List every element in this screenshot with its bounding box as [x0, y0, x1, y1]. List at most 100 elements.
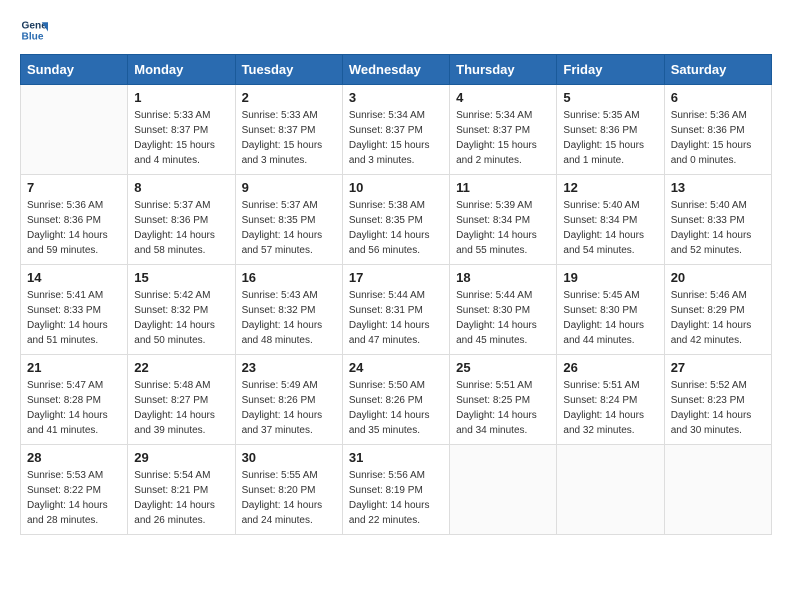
day-cell: 31 Sunrise: 5:56 AMSunset: 8:19 PMDayligh…: [342, 445, 449, 535]
day-cell: 17 Sunrise: 5:44 AMSunset: 8:31 PMDayligh…: [342, 265, 449, 355]
day-number: 9: [242, 180, 336, 195]
day-cell: 22Sunrise: 5:48 AMSunset: 8:27 PMDayligh…: [128, 355, 235, 445]
header-tuesday: Tuesday: [235, 55, 342, 85]
day-number: 7: [27, 180, 121, 195]
day-cell: 7 Sunrise: 5:36 AMSunset: 8:36 PMDaylight…: [21, 175, 128, 265]
day-number: 21: [27, 360, 121, 375]
day-info: Sunrise: 5:42 AMSunset: 8:32 PMDaylight:…: [134, 288, 228, 348]
day-cell: 11 Sunrise: 5:39 AMSunset: 8:34 PMDayligh…: [450, 175, 557, 265]
day-info: Sunrise: 5:41 AMSunset: 8:33 PMDaylight:…: [27, 288, 121, 348]
header-monday: Monday: [128, 55, 235, 85]
header-saturday: Saturday: [664, 55, 771, 85]
header-thursday: Thursday: [450, 55, 557, 85]
day-cell: 23 Sunrise: 5:49 AMSunset: 8:26 PMDayligh…: [235, 355, 342, 445]
day-number: 23: [242, 360, 336, 375]
day-info: Sunrise: 5:51 AMSunset: 8:25 PMDaylight:…: [456, 378, 550, 438]
day-info: Sunrise: 5:53 AMSunset: 8:22 PMDaylight:…: [27, 468, 121, 528]
day-info: Sunrise: 5:36 AMSunset: 8:36 PMDaylight:…: [671, 108, 765, 168]
day-number: 15: [134, 270, 228, 285]
day-info: Sunrise: 5:37 AMSunset: 8:35 PMDaylight:…: [242, 198, 336, 258]
day-cell: 18 Sunrise: 5:44 AMSunset: 8:30 PMDayligh…: [450, 265, 557, 355]
day-info: Sunrise: 5:37 AMSunset: 8:36 PMDaylight:…: [134, 198, 228, 258]
svg-text:General: General: [22, 20, 48, 31]
day-info: Sunrise: 5:55 AMSunset: 8:20 PMDaylight:…: [242, 468, 336, 528]
day-number: 25: [456, 360, 550, 375]
day-info: Sunrise: 5:51 AMSunset: 8:24 PMDaylight:…: [563, 378, 657, 438]
day-cell: 2 Sunrise: 5:33 AMSunset: 8:37 PMDaylight…: [235, 85, 342, 175]
day-cell: 12 Sunrise: 5:40 AMSunset: 8:34 PMDayligh…: [557, 175, 664, 265]
day-cell: 21 Sunrise: 5:47 AMSunset: 8:28 PMDayligh…: [21, 355, 128, 445]
day-cell: 1 Sunrise: 5:33 AMSunset: 8:37 PMDaylight…: [128, 85, 235, 175]
day-number: 17: [349, 270, 443, 285]
day-info: Sunrise: 5:33 AMSunset: 8:37 PMDaylight:…: [134, 108, 228, 168]
day-info: Sunrise: 5:50 AMSunset: 8:26 PMDaylight:…: [349, 378, 443, 438]
day-info: Sunrise: 5:40 AMSunset: 8:34 PMDaylight:…: [563, 198, 657, 258]
day-info: Sunrise: 5:40 AMSunset: 8:33 PMDaylight:…: [671, 198, 765, 258]
header-wednesday: Wednesday: [342, 55, 449, 85]
day-number: 8: [134, 180, 228, 195]
day-info: Sunrise: 5:56 AMSunset: 8:19 PMDaylight:…: [349, 468, 443, 528]
day-info: Sunrise: 5:54 AMSunset: 8:21 PMDaylight:…: [134, 468, 228, 528]
calendar-table: SundayMondayTuesdayWednesdayThursdayFrid…: [20, 54, 772, 535]
day-cell: 24Sunrise: 5:50 AMSunset: 8:26 PMDayligh…: [342, 355, 449, 445]
day-number: 12: [563, 180, 657, 195]
day-cell: 25 Sunrise: 5:51 AMSunset: 8:25 PMDayligh…: [450, 355, 557, 445]
day-cell: 9 Sunrise: 5:37 AMSunset: 8:35 PMDaylight…: [235, 175, 342, 265]
day-info: Sunrise: 5:49 AMSunset: 8:26 PMDaylight:…: [242, 378, 336, 438]
day-cell: [557, 445, 664, 535]
day-number: 6: [671, 90, 765, 105]
day-number: 1: [134, 90, 228, 105]
day-info: Sunrise: 5:34 AMSunset: 8:37 PMDaylight:…: [349, 108, 443, 168]
day-info: Sunrise: 5:35 AMSunset: 8:36 PMDaylight:…: [563, 108, 657, 168]
header-row: SundayMondayTuesdayWednesdayThursdayFrid…: [21, 55, 772, 85]
day-info: Sunrise: 5:48 AMSunset: 8:27 PMDaylight:…: [134, 378, 228, 438]
day-number: 5: [563, 90, 657, 105]
page-header: General Blue: [20, 16, 772, 44]
day-cell: 4 Sunrise: 5:34 AMSunset: 8:37 PMDaylight…: [450, 85, 557, 175]
svg-text:Blue: Blue: [22, 31, 44, 42]
day-info: Sunrise: 5:52 AMSunset: 8:23 PMDaylight:…: [671, 378, 765, 438]
day-number: 31: [349, 450, 443, 465]
day-cell: 15 Sunrise: 5:42 AMSunset: 8:32 PMDayligh…: [128, 265, 235, 355]
day-number: 4: [456, 90, 550, 105]
day-cell: 13 Sunrise: 5:40 AMSunset: 8:33 PMDayligh…: [664, 175, 771, 265]
day-cell: 16Sunrise: 5:43 AMSunset: 8:32 PMDayligh…: [235, 265, 342, 355]
day-info: Sunrise: 5:47 AMSunset: 8:28 PMDaylight:…: [27, 378, 121, 438]
day-number: 20: [671, 270, 765, 285]
day-cell: [21, 85, 128, 175]
day-info: Sunrise: 5:33 AMSunset: 8:37 PMDaylight:…: [242, 108, 336, 168]
day-cell: 5 Sunrise: 5:35 AMSunset: 8:36 PMDaylight…: [557, 85, 664, 175]
week-row-1: 1 Sunrise: 5:33 AMSunset: 8:37 PMDaylight…: [21, 85, 772, 175]
day-cell: 28 Sunrise: 5:53 AMSunset: 8:22 PMDayligh…: [21, 445, 128, 535]
day-number: 19: [563, 270, 657, 285]
day-info: Sunrise: 5:36 AMSunset: 8:36 PMDaylight:…: [27, 198, 121, 258]
header-sunday: Sunday: [21, 55, 128, 85]
logo-icon: General Blue: [20, 16, 48, 44]
day-info: Sunrise: 5:43 AMSunset: 8:32 PMDaylight:…: [242, 288, 336, 348]
day-cell: 3Sunrise: 5:34 AMSunset: 8:37 PMDaylight…: [342, 85, 449, 175]
day-number: 29: [134, 450, 228, 465]
day-number: 11: [456, 180, 550, 195]
day-info: Sunrise: 5:46 AMSunset: 8:29 PMDaylight:…: [671, 288, 765, 348]
day-number: 30: [242, 450, 336, 465]
day-cell: 8 Sunrise: 5:37 AMSunset: 8:36 PMDaylight…: [128, 175, 235, 265]
day-number: 28: [27, 450, 121, 465]
week-row-4: 21 Sunrise: 5:47 AMSunset: 8:28 PMDayligh…: [21, 355, 772, 445]
day-cell: 26Sunrise: 5:51 AMSunset: 8:24 PMDayligh…: [557, 355, 664, 445]
day-info: Sunrise: 5:34 AMSunset: 8:37 PMDaylight:…: [456, 108, 550, 168]
day-cell: [664, 445, 771, 535]
day-cell: 10 Sunrise: 5:38 AMSunset: 8:35 PMDayligh…: [342, 175, 449, 265]
day-number: 2: [242, 90, 336, 105]
week-row-2: 7 Sunrise: 5:36 AMSunset: 8:36 PMDaylight…: [21, 175, 772, 265]
day-number: 14: [27, 270, 121, 285]
day-info: Sunrise: 5:44 AMSunset: 8:31 PMDaylight:…: [349, 288, 443, 348]
day-number: 18: [456, 270, 550, 285]
day-info: Sunrise: 5:38 AMSunset: 8:35 PMDaylight:…: [349, 198, 443, 258]
header-friday: Friday: [557, 55, 664, 85]
week-row-5: 28 Sunrise: 5:53 AMSunset: 8:22 PMDayligh…: [21, 445, 772, 535]
day-number: 13: [671, 180, 765, 195]
day-number: 10: [349, 180, 443, 195]
day-info: Sunrise: 5:39 AMSunset: 8:34 PMDaylight:…: [456, 198, 550, 258]
day-info: Sunrise: 5:44 AMSunset: 8:30 PMDaylight:…: [456, 288, 550, 348]
logo: General Blue: [20, 16, 52, 44]
